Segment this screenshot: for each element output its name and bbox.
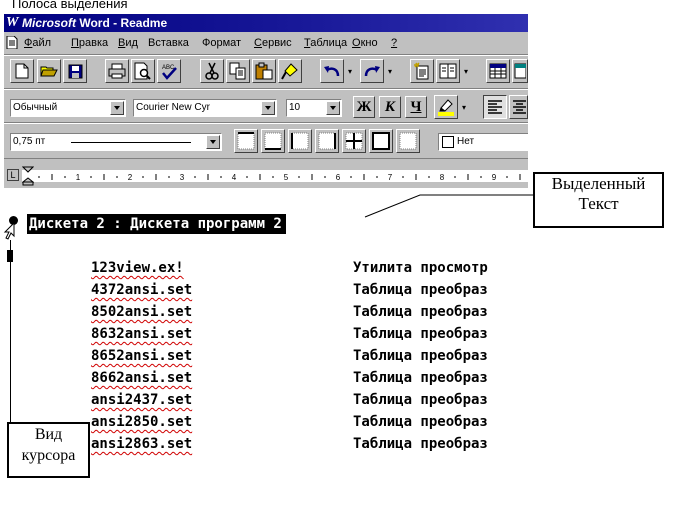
- callout-cursor-view: Вид курсора: [7, 422, 90, 478]
- callout-cursor-view-line1: Вид: [34, 426, 63, 443]
- callout-selected-text-line1: Выделенный: [551, 174, 646, 193]
- callout-cursor-view-line2: курсора: [21, 447, 76, 464]
- callout-selected-text: Выделенный Текст: [533, 172, 664, 228]
- callout-lines: [364, 194, 533, 218]
- callout-selected-text-line2: Текст: [578, 194, 619, 213]
